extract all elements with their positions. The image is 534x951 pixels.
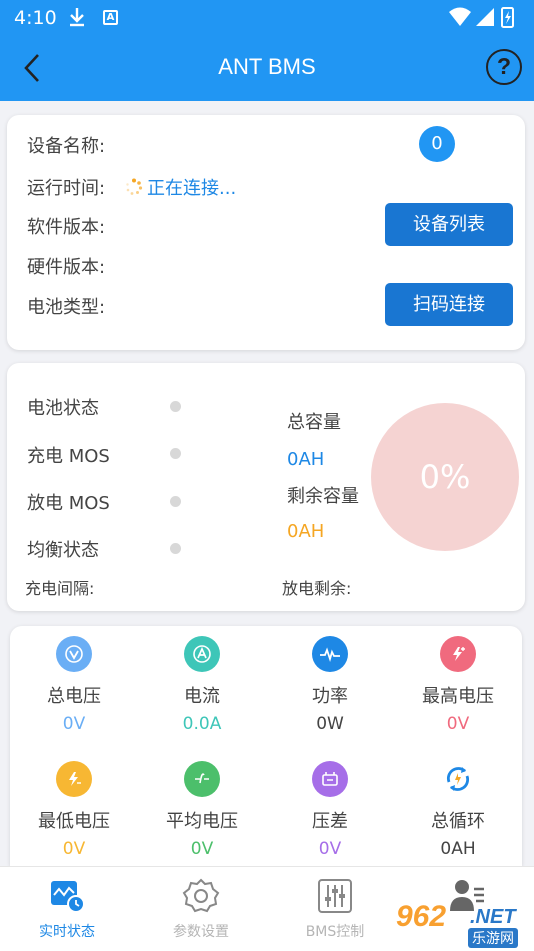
soc-percent-circle: 0% [371,403,519,551]
metric-value: 0V [62,714,86,734]
device-name-label: 设备名称: [27,136,106,157]
metric-value: 0V [62,839,86,859]
metric-name: 平均电压 [166,811,238,832]
nav-realtime-status[interactable]: 实时状态 [0,867,134,951]
metrics-grid-card: 总电压 0V 电流 0.0A 功率 0W 最高电压 0V 最低电压 0V 平均电… [10,626,522,866]
total-capacity-value: 0AH [287,449,325,470]
cell-signal-icon [476,8,494,26]
status-time: 4:10 [14,7,57,29]
page-title: ANT BMS [218,54,316,79]
discharge-mos-indicator [170,496,181,507]
device-list-button[interactable]: 设备列表 [385,203,513,246]
nav-param-settings[interactable]: 参数设置 [134,867,268,951]
notification-a-icon: A [103,10,118,25]
software-version-label: 软件版本: [27,217,106,238]
connecting-status: 正在连接... [125,174,236,200]
discharge-remaining-label: 放电剩余: [282,579,352,598]
max-voltage-icon [440,636,476,672]
metric-total-cycles: 总循环 0AH [394,761,522,859]
metric-name: 总电压 [47,686,101,707]
discharge-mos-label: 放电 MOS [27,493,110,514]
battery-type-label: 电池类型: [27,297,106,318]
metric-name: 总循环 [431,811,485,832]
device-count-badge: 0 [419,126,455,162]
remaining-capacity-value: 0AH [287,521,325,542]
watermark-suffix: .NET [470,906,516,928]
nav-label: 参数设置 [173,924,229,940]
metric-value: 0V [318,839,342,859]
wifi-icon [449,7,471,26]
device-info-card: 设备名称: 0 运行时间: 正在连接... 软件版本: 设备列表 硬件版本: 电… [7,115,525,350]
metric-min-voltage: 最低电压 0V [10,761,138,859]
watermark-logo: 962 .NET 乐游网 [396,900,530,948]
remaining-capacity-label: 剩余容量 [287,486,359,507]
battery-state-label: 电池状态 [27,398,99,419]
metric-value: 0V [190,839,214,859]
nav-label: 实时状态 [39,924,95,940]
metric-value: 0W [316,714,344,734]
nav-bms-control[interactable]: BMS控制 [268,867,402,951]
battery-state-indicator [170,401,181,412]
metric-power: 功率 0W [266,636,394,734]
app-bar: ANT BMS ? [0,36,534,101]
metric-value: 0V [446,714,470,734]
download-icon [68,6,86,33]
voltage-icon [56,636,92,672]
current-icon [184,636,220,672]
avg-voltage-icon [184,761,220,797]
watermark-brand: 962 [396,900,447,933]
hardware-version-label: 硬件版本: [27,257,106,278]
watermark-site: 乐游网 [468,928,518,948]
metric-value: 0.0A [182,714,222,734]
metric-value: 0AH [440,839,476,859]
connecting-text: 正在连接... [147,178,237,199]
metric-name: 电流 [184,686,220,707]
metric-current: 电流 0.0A [138,636,266,734]
status-bar: 4:10 A [0,0,534,36]
charge-interval-label: 充电间隔: [25,579,95,598]
metric-name: 功率 [312,686,348,707]
scan-connect-button[interactable]: 扫码连接 [385,283,513,326]
metric-name: 最高电压 [422,686,494,707]
sliders-icon [316,877,354,915]
metric-total-voltage: 总电压 0V [10,636,138,734]
total-capacity-label: 总容量 [287,412,341,433]
metric-name: 最低电压 [38,811,110,832]
min-voltage-icon [56,761,92,797]
cycle-icon [440,761,476,797]
signal-icons [448,6,520,34]
runtime-label: 运行时间: [27,178,106,199]
battery-status-card: 电池状态 充电 MOS 放电 MOS 均衡状态 总容量 0AH 剩余容量 0AH… [7,363,525,611]
metric-voltage-diff: 压差 0V [266,761,394,859]
balance-state-indicator [170,543,181,554]
charge-mos-label: 充电 MOS [27,446,110,467]
metric-name: 压差 [312,811,348,832]
balance-state-label: 均衡状态 [27,540,99,561]
charge-mos-indicator [170,448,181,459]
power-icon [312,636,348,672]
metric-avg-voltage: 平均电压 0V [138,761,266,859]
voltage-diff-icon [312,761,348,797]
loading-spinner-icon [125,178,143,196]
nav-label: BMS控制 [305,924,365,940]
metric-max-voltage: 最高电压 0V [394,636,522,734]
realtime-icon [48,877,86,915]
settings-gear-icon [182,877,220,915]
help-icon[interactable]: ? [486,49,522,85]
